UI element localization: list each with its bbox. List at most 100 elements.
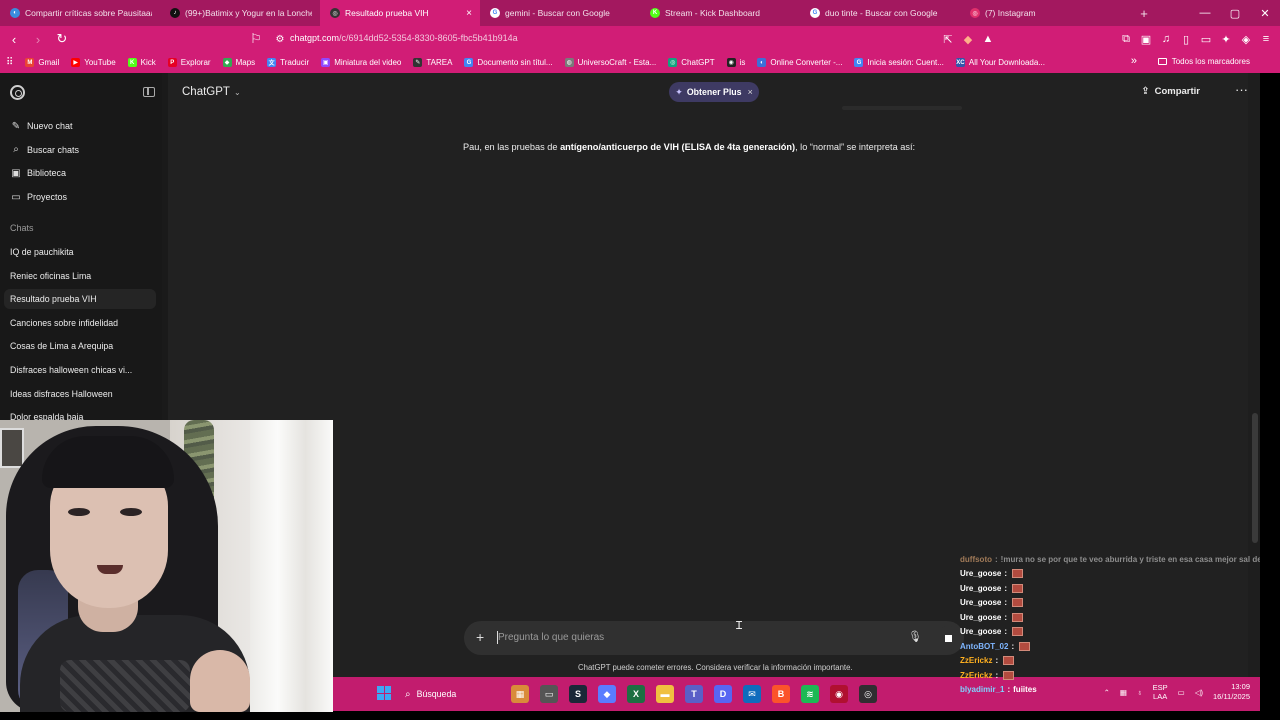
- widget-icon[interactable]: ▦: [511, 685, 529, 703]
- url-host: chatgpt.com: [290, 33, 340, 43]
- sidebar-panel-icon[interactable]: ▯: [1180, 33, 1192, 46]
- obs-icon[interactable]: ◎: [859, 685, 877, 703]
- bookmark-item[interactable]: K Kick: [127, 58, 156, 67]
- bookmark-item[interactable]: ◍ UniversoCraft - Esta...: [564, 58, 656, 67]
- chat-separator: :: [1004, 583, 1008, 593]
- vpn-icon[interactable]: ◈: [1240, 33, 1252, 46]
- browser-tab[interactable]: ◎ (7) Instagram: [960, 0, 1125, 26]
- forward-icon[interactable]: ›: [28, 29, 48, 49]
- screenshot-icon[interactable]: ▣: [1140, 33, 1152, 46]
- sidebar-action[interactable]: ⌕ Buscar chats: [10, 140, 155, 160]
- close-tab-icon[interactable]: ×: [466, 8, 472, 19]
- ai-icon[interactable]: ✦: [1220, 33, 1232, 46]
- add-attachment-icon[interactable]: +: [476, 629, 484, 645]
- folder-icon: ▭: [11, 191, 21, 203]
- chat-history-item[interactable]: Cosas de Lima a Arequipa: [4, 336, 156, 356]
- task-view-icon[interactable]: ▭: [540, 685, 558, 703]
- close-window-icon[interactable]: ✕: [1250, 0, 1280, 26]
- bookmark-item[interactable]: XC All Your Downloada...: [955, 58, 1045, 67]
- windows-start-icon[interactable]: [377, 686, 391, 700]
- chat-separator: :: [1007, 685, 1011, 695]
- teams-icon[interactable]: T: [685, 685, 703, 703]
- maximize-icon[interactable]: ▢: [1220, 0, 1250, 26]
- bookmark-item[interactable]: ◆ Maps: [222, 58, 255, 67]
- chat-history-item[interactable]: Disfraces halloween chicas vi...: [4, 360, 156, 380]
- rewards-icon[interactable]: ▲: [982, 33, 994, 45]
- scrollbar-thumb[interactable]: [1252, 413, 1258, 543]
- back-icon[interactable]: ‹: [4, 29, 24, 49]
- taskbar-search[interactable]: ⌕ Búsqueda: [405, 684, 505, 704]
- brave-shield-icon[interactable]: ◆: [962, 33, 974, 46]
- bookmark-item[interactable]: ◎ ChatGPT: [668, 58, 715, 67]
- browser-tab[interactable]: Gduo tinte - Buscar con Google: [800, 0, 960, 26]
- all-bookmarks-label: Todos los marcadores: [1171, 57, 1250, 66]
- sidebar-action[interactable]: ▭ Proyectos: [10, 187, 155, 207]
- share-page-icon[interactable]: ⇱: [942, 33, 954, 46]
- browser-tab[interactable]: ♪ (99+)Batimix y Yogur en la Lonchera: [160, 0, 320, 26]
- stream-chat-message: Ure_goose:: [960, 625, 1260, 640]
- bookmark-item[interactable]: ✎ TAREA: [413, 58, 452, 67]
- menu-icon[interactable]: ≡: [1260, 33, 1272, 45]
- apps-grid-icon[interactable]: ⠿: [6, 57, 13, 68]
- model-selector[interactable]: ChatGPT ⌄: [182, 86, 241, 98]
- upgrade-plus-button[interactable]: ✦ Obtener Plus ×: [669, 82, 759, 102]
- share-button[interactable]: ⇪ Compartir: [1141, 86, 1200, 97]
- url-field[interactable]: chatgpt.com/c/6914dd52-5354-8330-8605-fb…: [290, 33, 518, 43]
- reload-icon[interactable]: ↻: [52, 29, 72, 49]
- browser-tab[interactable]: ◐ Compartir críticas sobre Pausitaaa d: [0, 0, 160, 26]
- chat-history-item[interactable]: Reniec oficinas Lima: [4, 266, 156, 286]
- browser-tab[interactable]: K Stream - Kick Dashboard: [640, 0, 800, 26]
- steam-icon[interactable]: S: [569, 685, 587, 703]
- sidebar-action[interactable]: ✎ Nuevo chat: [10, 116, 155, 136]
- prompt-input[interactable]: Pregunta lo que quieras: [498, 632, 604, 643]
- spotify-icon[interactable]: ≋: [801, 685, 819, 703]
- music-icon[interactable]: ♫: [1160, 33, 1172, 45]
- minimize-icon[interactable]: —: [1190, 0, 1220, 26]
- bookmark-item[interactable]: ◉ is: [726, 58, 745, 67]
- openai-logo-icon[interactable]: [10, 85, 25, 100]
- bookmark-item[interactable]: 文 Traducir: [267, 58, 309, 67]
- chat-history-item[interactable]: IQ de pauchikita: [4, 242, 156, 262]
- bookmark-label: Miniatura del video: [334, 58, 402, 67]
- address-bar-icons: ⇱ ◆ ▲ ⧉ ▣ ♫ ▯ ▭ ✦ ◈ ≡: [942, 26, 1272, 52]
- bookmark-item[interactable]: P Explorar: [167, 58, 211, 67]
- bookmark-item[interactable]: G Inicia sesión: Cuent...: [854, 58, 944, 67]
- bookmark-item[interactable]: ▣ Miniatura del video: [321, 58, 401, 67]
- sidebar-toggle-icon[interactable]: [143, 87, 155, 97]
- url-path: /c/6914dd52-5354-8330-8605-fbc5b41b914a: [339, 33, 518, 43]
- bookmark-item[interactable]: ▶ YouTube: [71, 58, 116, 67]
- bookmark-label: Explorar: [180, 58, 211, 67]
- browser-tab[interactable]: Ggemini - Buscar con Google: [480, 0, 640, 26]
- discord-icon[interactable]: D: [714, 685, 732, 703]
- chat-history-item[interactable]: Canciones sobre infidelidad: [4, 313, 156, 333]
- bookmark-item[interactable]: ◐ Online Converter -...: [757, 58, 842, 67]
- site-info-icon[interactable]: ⚙: [270, 29, 290, 49]
- microphone-icon[interactable]: 🎙︎: [908, 630, 922, 643]
- stop-button[interactable]: [936, 626, 960, 650]
- brave-icon[interactable]: B: [772, 685, 790, 703]
- chat-history-item[interactable]: Resultado prueba VIH: [4, 289, 156, 310]
- dismiss-icon[interactable]: ×: [748, 87, 753, 97]
- bookmark-item[interactable]: M Gmail: [25, 58, 59, 67]
- bookmark-item[interactable]: G Documento sin títul...: [464, 58, 553, 67]
- mail-icon[interactable]: ✉: [743, 685, 761, 703]
- chat-emote-icon: [1003, 656, 1015, 666]
- more-options-icon[interactable]: ···: [1235, 82, 1248, 97]
- bookmark-icon[interactable]: ⚐: [246, 29, 266, 49]
- excel-icon[interactable]: X: [627, 685, 645, 703]
- composer[interactable]: + Pregunta lo que quieras 🎙︎: [464, 621, 964, 655]
- all-bookmarks[interactable]: Todos los marcadores: [1157, 57, 1250, 66]
- wallet-icon[interactable]: ▭: [1200, 33, 1212, 46]
- extensions-icon[interactable]: ⧉: [1120, 33, 1132, 46]
- sidebar-action[interactable]: ▣ Biblioteca: [10, 163, 155, 183]
- new-tab-button[interactable]: +: [1131, 6, 1157, 21]
- chat-history-item[interactable]: Ideas disfraces Halloween: [4, 384, 156, 404]
- bookmark-favicon-icon: ◍: [564, 58, 574, 67]
- app-icon[interactable]: ◉: [830, 685, 848, 703]
- browser-tab[interactable]: ◎ Resultado prueba VIH ×: [320, 0, 480, 26]
- explorer-icon[interactable]: ▬: [656, 685, 674, 703]
- bookmark-favicon-icon: G: [854, 58, 864, 67]
- more-bookmarks-icon[interactable]: »: [1131, 55, 1137, 67]
- browser-tab-bar: ◐ Compartir críticas sobre Pausitaaa d ♪ (9…: [0, 0, 1280, 26]
- copilot-icon[interactable]: ◆: [598, 685, 616, 703]
